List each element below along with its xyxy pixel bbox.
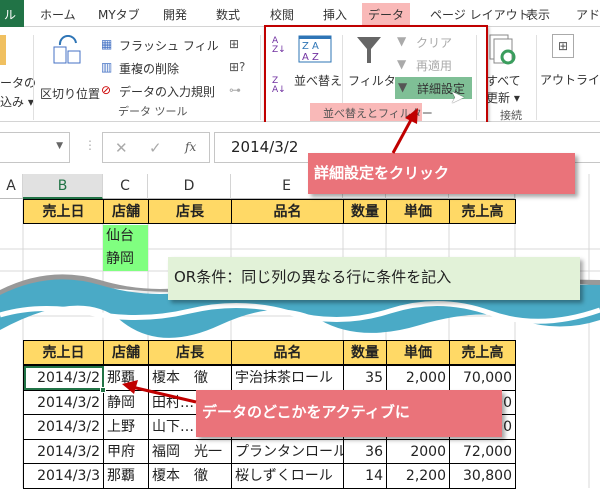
highlight-box: [264, 25, 488, 127]
callout-click-advanced: 詳細設定をクリック: [308, 153, 575, 194]
criteria-header-cell[interactable]: 数量: [343, 199, 387, 224]
tab-page-layout[interactable]: ページ レイアウト: [430, 6, 530, 23]
criteria-header-cell[interactable]: 品名: [231, 199, 344, 224]
flash-fill-button[interactable]: フラッシュ フィル: [119, 37, 219, 54]
table-cell[interactable]: 2,000: [386, 365, 450, 391]
what-if-icon[interactable]: ⊞?: [229, 60, 245, 74]
cancel-icon[interactable]: ✕: [115, 139, 128, 157]
criteria-header-cell[interactable]: 売上日: [23, 199, 104, 224]
table-header-cell[interactable]: 店舗: [103, 340, 149, 365]
remove-duplicates-icon: ▥: [101, 60, 113, 74]
get-data-button[interactable]: ータの: [0, 74, 36, 91]
data-validation-icon: ⊘: [101, 83, 112, 97]
tab-insert[interactable]: 挿入: [323, 6, 347, 23]
callout-activate-data: データのどこかをアクティブに: [196, 390, 502, 437]
formula-value: 2014/3/2: [231, 138, 299, 156]
table-cell[interactable]: 2000: [386, 438, 450, 464]
name-box[interactable]: ▼: [0, 132, 70, 163]
text-to-columns-button[interactable]: 区切り位置: [40, 85, 100, 102]
table-cell[interactable]: 宇治抹茶ロール: [231, 365, 344, 391]
table-cell[interactable]: 静岡: [103, 389, 149, 415]
refresh-all-button-label2[interactable]: 更新 ▾: [486, 89, 520, 106]
remove-duplicates-button[interactable]: 重複の削除: [119, 60, 179, 77]
table-cell[interactable]: 2014/3/2: [23, 414, 104, 440]
table-cell[interactable]: 36: [343, 438, 387, 464]
table-cell[interactable]: 桜しずくロール: [231, 463, 344, 489]
criteria-header-cell[interactable]: 売上高: [449, 199, 516, 224]
text-to-columns-icon: [53, 35, 81, 64]
data-validation-button[interactable]: データの入力規則: [119, 83, 215, 100]
fill-handle[interactable]: [100, 387, 106, 393]
grip-icon: ⋮: [84, 138, 96, 152]
get-data-icon: [0, 35, 6, 65]
column-header-a[interactable]: A: [0, 174, 23, 199]
tab-view[interactable]: 表示: [526, 6, 550, 23]
table-cell[interactable]: 30,800: [449, 463, 516, 489]
tab-file[interactable]: ル: [0, 0, 24, 27]
table-cell[interactable]: 那覇: [103, 463, 149, 489]
table-cell[interactable]: 35: [343, 365, 387, 391]
tab-addins[interactable]: アド: [576, 6, 600, 23]
table-cell[interactable]: 72,000: [449, 438, 516, 464]
table-cell[interactable]: プランタンロール: [231, 438, 344, 464]
tab-data[interactable]: データ: [362, 3, 411, 27]
active-cell-selection: [24, 366, 104, 390]
refresh-all-button[interactable]: すべて: [486, 72, 521, 89]
table-cell[interactable]: 福岡 光一: [148, 438, 232, 464]
table-cell[interactable]: 14: [343, 463, 387, 489]
get-data-button-label2[interactable]: 込み ▾: [0, 93, 34, 110]
column-header-b[interactable]: B: [23, 174, 103, 199]
column-header-d[interactable]: D: [148, 174, 231, 199]
connections-group-label: 接続: [500, 109, 522, 122]
table-cell[interactable]: 上野: [103, 414, 149, 440]
table-cell[interactable]: 2,200: [386, 463, 450, 489]
tab-formulas[interactable]: 数式: [216, 6, 240, 23]
refresh-all-icon: [489, 34, 516, 65]
tab-review[interactable]: 校閲: [270, 6, 294, 23]
chevron-down-icon: ▼: [56, 141, 63, 151]
ribbon-tabs: ル ホーム MYタブ 開発 数式 校閲 挿入 データ ページ レイアウト 表示 …: [0, 0, 600, 27]
column-header-c[interactable]: C: [103, 174, 148, 199]
table-header-cell[interactable]: 売上日: [23, 340, 104, 365]
table-header-cell[interactable]: 単価: [386, 340, 450, 365]
outline-button[interactable]: アウトライン: [540, 71, 600, 88]
table-cell[interactable]: 2014/3/3: [23, 463, 104, 489]
table-cell[interactable]: 榎本 徹: [148, 365, 232, 391]
flash-fill-icon: ▦: [101, 37, 113, 51]
table-cell[interactable]: 那覇: [103, 365, 149, 391]
tab-home[interactable]: ホーム: [40, 6, 76, 23]
table-cell[interactable]: 甲府: [103, 438, 149, 464]
table-header-cell[interactable]: 売上高: [449, 340, 516, 365]
table-header-cell[interactable]: 店長: [148, 340, 232, 365]
criteria-header-cell[interactable]: 単価: [386, 199, 450, 224]
tab-developer[interactable]: 開発: [163, 6, 187, 23]
tab-mytab[interactable]: MYタブ: [98, 6, 140, 23]
outline-icon: ⊞: [552, 34, 574, 58]
data-tools-group-label: データ ツール: [118, 105, 188, 118]
callout-or-condition: OR条件：同じ列の異なる行に条件を記入: [168, 257, 580, 300]
table-header-cell[interactable]: 品名: [231, 340, 344, 365]
criteria-header-cell[interactable]: 店舗: [103, 199, 149, 224]
consolidate-icon[interactable]: ⊞: [229, 37, 239, 51]
formula-buttons: ✕ ✓ fx: [102, 132, 210, 163]
table-cell[interactable]: 2014/3/2: [23, 438, 104, 464]
relationships-icon[interactable]: ⊶: [229, 83, 241, 97]
table-cell[interactable]: 2014/3/2: [23, 389, 104, 415]
criteria-header-cell[interactable]: 店長: [148, 199, 232, 224]
table-header-cell[interactable]: 数量: [343, 340, 387, 365]
criteria-cell[interactable]: 仙台: [103, 225, 148, 248]
table-cell[interactable]: 70,000: [449, 365, 516, 391]
table-cell[interactable]: 榎本 徹: [148, 463, 232, 489]
insert-function-icon[interactable]: fx: [185, 140, 196, 154]
enter-icon[interactable]: ✓: [149, 139, 162, 157]
